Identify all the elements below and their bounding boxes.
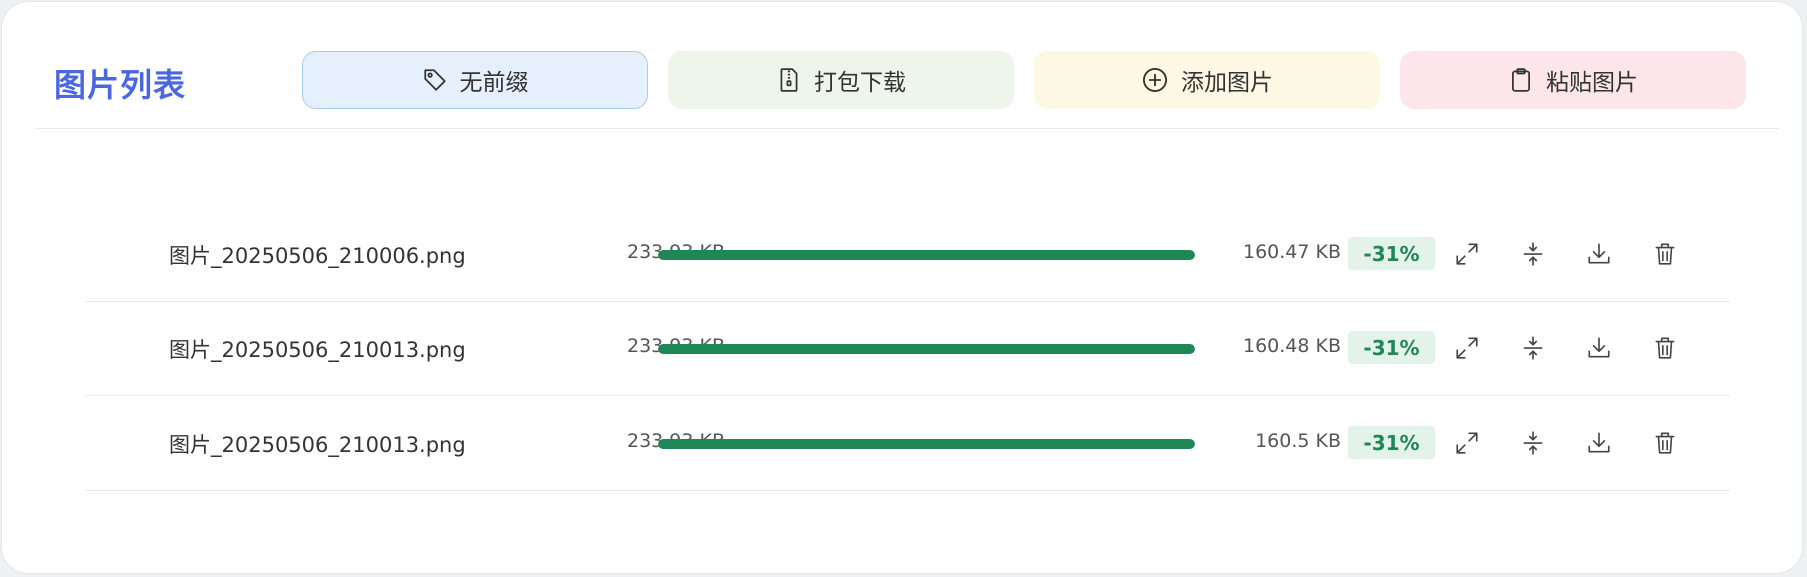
page-title: 图片列表 <box>54 66 187 104</box>
add-image-button-label: 添加图片 <box>1181 70 1273 96</box>
compress-icon[interactable] <box>1517 238 1549 270</box>
paste-image-button[interactable]: 粘贴图片 <box>1400 51 1746 109</box>
compression-ratio-badge: -31% <box>1348 237 1435 270</box>
plus-circle-icon <box>1141 66 1169 94</box>
trash-icon[interactable] <box>1649 427 1681 459</box>
progress-fill <box>658 344 1195 354</box>
compression-progress-bar <box>658 250 1195 260</box>
download-icon[interactable] <box>1583 427 1615 459</box>
compressed-size: 160.5 KB <box>1255 430 1341 452</box>
paste-image-button-label: 粘贴图片 <box>1546 70 1638 96</box>
compress-icon[interactable] <box>1517 427 1549 459</box>
compression-ratio-badge: -31% <box>1348 426 1435 459</box>
expand-icon[interactable] <box>1451 238 1483 270</box>
header-divider <box>35 128 1779 129</box>
download-icon[interactable] <box>1583 238 1615 270</box>
download-icon[interactable] <box>1583 332 1615 364</box>
expand-icon[interactable] <box>1451 427 1483 459</box>
prefix-button[interactable]: 无前缀 <box>302 51 648 109</box>
zip-file-icon <box>776 67 802 93</box>
file-row: 图片_20250506_210006.png 233.93 KB 160.47 … <box>85 207 1730 302</box>
compressed-size: 160.47 KB <box>1242 241 1341 263</box>
progress-fill <box>658 250 1195 260</box>
zip-download-button-label: 打包下载 <box>814 70 906 96</box>
compression-ratio-badge: -31% <box>1348 331 1435 364</box>
compression-progress-bar <box>658 439 1195 449</box>
file-name: 图片_20250506_210013.png <box>169 433 466 457</box>
zip-download-button[interactable]: 打包下载 <box>668 51 1014 109</box>
compressed-size: 160.48 KB <box>1242 335 1341 357</box>
prefix-button-label: 无前缀 <box>459 70 529 96</box>
expand-icon[interactable] <box>1451 332 1483 364</box>
file-row: 图片_20250506_210013.png 233.93 KB 160.5 K… <box>85 396 1730 491</box>
tag-icon <box>422 67 448 93</box>
trash-icon[interactable] <box>1649 238 1681 270</box>
progress-fill <box>658 439 1195 449</box>
file-row: 图片_20250506_210013.png 233.93 KB 160.48 … <box>85 301 1730 396</box>
clipboard-icon <box>1508 67 1534 93</box>
compress-icon[interactable] <box>1517 332 1549 364</box>
add-image-button[interactable]: 添加图片 <box>1034 51 1380 109</box>
file-name: 图片_20250506_210013.png <box>169 338 466 362</box>
file-name: 图片_20250506_210006.png <box>169 244 466 268</box>
trash-icon[interactable] <box>1649 332 1681 364</box>
image-list-card: 图片列表 无前缀 打包下载 添加图片 粘贴图片 图片_20250506_2100… <box>2 2 1802 573</box>
compression-progress-bar <box>658 344 1195 354</box>
